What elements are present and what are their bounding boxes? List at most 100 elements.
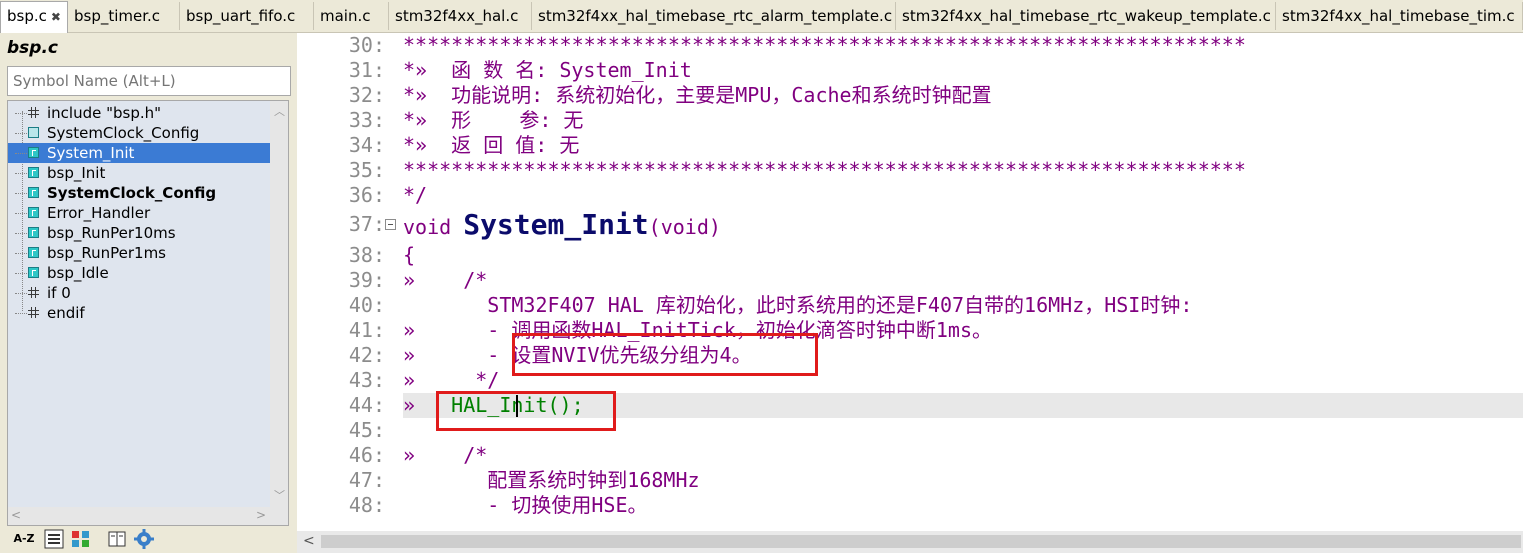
line-number: 35: (348, 158, 385, 182)
tab-bsp-c[interactable]: bsp.c ✖ (0, 1, 68, 33)
code-line: */ (403, 183, 428, 207)
code-line: 配置系统时钟到168MHz (403, 468, 700, 492)
close-icon[interactable]: ✖ (51, 10, 61, 24)
function-icon (28, 227, 39, 238)
line-number: 33: (348, 108, 385, 132)
code-line-function-def: void System_Init(void) (403, 209, 721, 243)
code-line: - 切换使用HSE。 (403, 493, 648, 517)
tab-timebase-tim[interactable]: stm32f4xx_hal_timebase_tim.c (1276, 2, 1523, 30)
tree-item[interactable]: SystemClock_Config (8, 183, 270, 203)
code-line: *» 返 回 值: 无 (403, 133, 580, 157)
prototype-icon (28, 127, 39, 138)
code-line: ****************************************… (403, 158, 1246, 182)
symbol-panel: bsp.c include "bsp.h" SystemClock_Config… (0, 33, 297, 553)
tree-item[interactable]: if 0 (8, 283, 270, 303)
line-number: 45: (348, 418, 385, 442)
book-icon (108, 531, 126, 547)
line-number: 30: (348, 33, 385, 57)
chevron-left-icon[interactable]: < (303, 533, 315, 549)
settings-button[interactable] (133, 529, 155, 549)
line-number: 47: (348, 468, 385, 492)
function-name: System_Init (463, 208, 649, 241)
keyword: void (403, 215, 464, 239)
symbol-tree: include "bsp.h" SystemClock_Config Syste… (7, 100, 289, 526)
tree-vertical-scrollbar[interactable]: ︿ ﹀ (270, 101, 288, 525)
function-icon (28, 267, 39, 278)
chevron-up-icon[interactable]: ︿ (274, 103, 285, 119)
line-number: 40: (348, 293, 385, 317)
code-line: ****************************************… (403, 33, 1246, 57)
include-icon (28, 307, 39, 318)
tab-label: stm32f4xx_hal_timebase_tim.c (1282, 7, 1515, 25)
tab-label: bsp.c (7, 7, 47, 25)
include-icon (28, 287, 39, 298)
code-line: *» 函 数 名: System_Init (403, 58, 692, 82)
line-number: 31: (348, 58, 385, 82)
line-number: 44: (348, 393, 385, 417)
tab-label: bsp_timer.c (74, 7, 161, 25)
category-icon (72, 531, 89, 547)
line-number: 41: (348, 318, 385, 342)
gear-icon (134, 529, 154, 549)
tab-main[interactable]: main.c (314, 2, 389, 30)
code-line: *» 功能说明: 系统初始化，主要是MPU，Cache和系统时钟配置 (403, 83, 992, 107)
chevron-down-icon[interactable]: ﹀ (274, 487, 285, 503)
tree-item[interactable]: bsp_RunPer10ms (8, 223, 270, 243)
tab-rtc-alarm-template[interactable]: stm32f4xx_hal_timebase_rtc_alarm_templat… (532, 2, 896, 30)
tab-label: main.c (320, 7, 371, 25)
line-number-gutter: 30: 31: 32: 33: 34: 35: 36: 37: 38: 39: … (297, 33, 394, 531)
include-icon (28, 107, 39, 118)
code-line: { (403, 243, 416, 267)
code-editor[interactable]: 30: 31: 32: 33: 34: 35: 36: 37: 38: 39: … (297, 33, 1523, 553)
tree-item[interactable]: bsp_Idle (8, 263, 270, 283)
function-icon (28, 167, 39, 178)
chevron-right-icon[interactable]: > (256, 508, 266, 522)
line-number: 46: (348, 443, 385, 467)
line-number: 36: (348, 183, 385, 207)
code-line: *» 形 参: 无 (403, 108, 584, 132)
list-icon (44, 529, 64, 549)
function-icon (28, 147, 39, 158)
tab-bsp-uart-fifo[interactable]: bsp_uart_fifo.c (180, 2, 314, 30)
tab-rtc-wakeup-template[interactable]: stm32f4xx_hal_timebase_rtc_wakeup_templa… (896, 2, 1276, 30)
highlight-box-nvic (512, 333, 818, 376)
chevron-left-icon[interactable]: < (11, 508, 21, 522)
function-args: (void) (648, 215, 721, 239)
tree-horizontal-scrollbar[interactable]: < > (8, 507, 270, 525)
line-number: 34: (348, 133, 385, 157)
symbol-search-input[interactable] (7, 66, 291, 96)
tab-label: stm32f4xx_hal_timebase_rtc_alarm_templat… (538, 7, 893, 25)
tree-item[interactable]: Error_Handler (8, 203, 270, 223)
scrollbar-thumb[interactable] (321, 535, 1521, 548)
sort-az-button[interactable]: A-Z (10, 529, 38, 549)
category-view-button[interactable] (70, 529, 92, 549)
book-button[interactable] (106, 529, 128, 549)
list-view-button[interactable] (43, 529, 65, 549)
code-line: » */ (403, 368, 500, 392)
tree-item[interactable]: include "bsp.h" (8, 103, 270, 123)
code-area[interactable]: ****************************************… (394, 33, 1523, 531)
code-line: » /* (403, 268, 488, 292)
tree-item[interactable]: bsp_RunPer1ms (8, 243, 270, 263)
tab-stm32f4xx-hal[interactable]: stm32f4xx_hal.c (389, 2, 532, 30)
tab-label: bsp_uart_fifo.c (186, 7, 296, 25)
function-icon (28, 187, 39, 198)
line-number: 39: (348, 268, 385, 292)
code-line: STM32F407 HAL 库初始化，此时系统用的还是F407自带的16MHz，… (403, 293, 1193, 317)
line-number: 38: (348, 243, 385, 267)
editor-horizontal-scrollbar[interactable]: < (297, 531, 1523, 553)
tree-item-selected[interactable]: System_Init (8, 143, 270, 163)
tree-item[interactable]: bsp_Init (8, 163, 270, 183)
editor-tab-bar: bsp.c ✖ bsp_timer.c bsp_uart_fifo.c main.… (0, 0, 1523, 33)
tab-bsp-timer[interactable]: bsp_timer.c (68, 2, 180, 30)
highlight-box-hal-init (436, 391, 616, 431)
line-number: 48: (348, 493, 385, 517)
line-number: 42: (348, 343, 385, 367)
tab-label: stm32f4xx_hal.c (395, 7, 519, 25)
line-number: 37: (348, 212, 385, 236)
function-icon (28, 247, 39, 258)
tree-item[interactable]: SystemClock_Config (8, 123, 270, 143)
tree-item[interactable]: endif (8, 303, 270, 323)
line-number: 32: (348, 83, 385, 107)
panel-title: bsp.c (7, 38, 58, 58)
